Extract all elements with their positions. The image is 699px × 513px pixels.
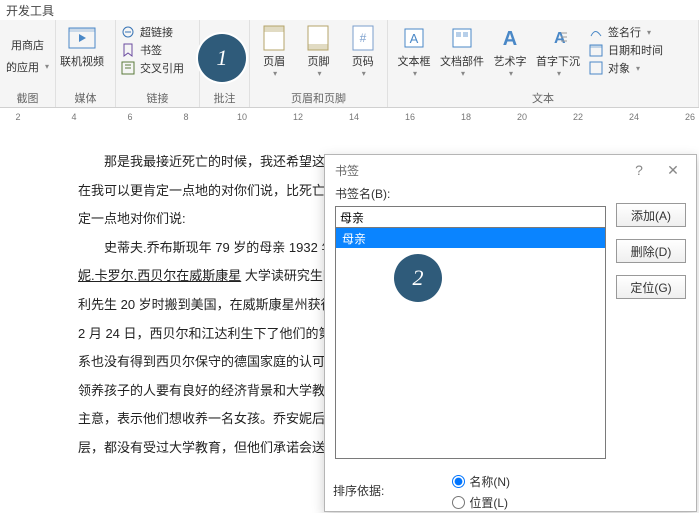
group-comment-label: 批注 <box>204 89 245 107</box>
group-text-label: 文本 <box>392 89 694 107</box>
footer-button[interactable]: 页脚▾ <box>298 22 338 79</box>
group-text: A 文本框▾ 文档部件▾ A 艺术字▾ A 首字下沉▾ 签名行▾ <box>388 20 699 107</box>
wordart-icon: A <box>494 22 526 54</box>
bookmark-list[interactable]: 母亲 <box>335 228 606 459</box>
chevron-down-icon: ▾ <box>45 62 49 71</box>
quickparts-button[interactable]: 文档部件▾ <box>440 22 484 79</box>
header-button[interactable]: 页眉▾ <box>254 22 294 79</box>
textbox-icon: A <box>398 22 430 54</box>
chevron-down-icon: ▾ <box>557 69 561 79</box>
bookmark-name-input[interactable] <box>335 206 606 228</box>
chevron-down-icon: ▾ <box>647 28 651 37</box>
sort-by-name-radio[interactable]: 名称(N) <box>452 473 510 490</box>
group-crop-label: 截图 <box>4 89 51 107</box>
group-addins: 用商店 的应用▾ 截图 <box>0 20 56 107</box>
step-badge-2: 2 <box>394 254 442 302</box>
video-icon <box>66 22 98 54</box>
chevron-down-icon: ▾ <box>509 69 513 79</box>
chevron-down-icon: ▾ <box>317 69 321 79</box>
dropcap-button[interactable]: A 首字下沉▾ <box>536 22 580 79</box>
chevron-down-icon: ▾ <box>362 69 366 79</box>
chevron-down-icon: ▾ <box>461 69 465 79</box>
footer-icon <box>302 22 334 54</box>
link-icon <box>120 24 136 40</box>
online-video-button[interactable]: 联机视频 <box>60 22 104 69</box>
ribbon: 用商店 的应用▾ 截图 联机视频 媒体 超链接 <box>0 20 699 108</box>
quickparts-icon <box>446 22 478 54</box>
pagenum-button[interactable]: # 页码▾ <box>343 22 383 79</box>
dialog-titlebar: 书签 ? ✕ <box>325 155 696 185</box>
bookmark-button[interactable]: 书签 <box>120 42 184 58</box>
group-hf-label: 页眉和页脚 <box>254 89 383 107</box>
goto-button[interactable]: 定位(G) <box>616 275 686 299</box>
group-header-footer: 页眉▾ 页脚▾ # 页码▾ 页眉和页脚 <box>250 20 388 107</box>
ruler: 2468101214161820222426283032343638404244… <box>0 112 699 132</box>
chevron-down-icon: ▾ <box>636 64 640 73</box>
sort-row: 排序依据: 名称(N) 位置(L) <box>325 465 696 511</box>
my-apps-button[interactable]: 的应用▾ <box>6 59 49 75</box>
crossref-button[interactable]: 交叉引用 <box>120 60 184 76</box>
textbox-button[interactable]: A 文本框▾ <box>392 22 436 79</box>
delete-button[interactable]: 删除(D) <box>616 239 686 263</box>
object-button[interactable]: 对象▾ <box>588 60 663 76</box>
group-media-label: 媒体 <box>60 89 111 107</box>
bookmark-list-item[interactable]: 母亲 <box>336 228 605 248</box>
store-button[interactable]: 用商店 <box>11 37 44 53</box>
sort-by-position-radio[interactable]: 位置(L) <box>452 494 510 511</box>
bookmark-name-label: 书签名(B): <box>335 185 606 202</box>
ribbon-tab-strip: 开发工具 <box>0 0 699 20</box>
datetime-button[interactable]: 日期和时间 <box>588 42 663 58</box>
dropcap-icon: A <box>542 22 574 54</box>
svg-text:A: A <box>410 31 419 46</box>
calendar-icon <box>588 42 604 58</box>
pagenum-icon: # <box>347 22 379 54</box>
bookmark-icon <box>120 42 136 58</box>
chevron-down-icon: ▾ <box>273 69 277 79</box>
group-links: 超链接 书签 交叉引用 链接 <box>116 20 200 107</box>
signature-icon <box>588 24 604 40</box>
sigline-button[interactable]: 签名行▾ <box>588 24 663 40</box>
dialog-title: 书签 <box>335 162 359 179</box>
add-button[interactable]: 添加(A) <box>616 203 686 227</box>
step-badge-1: 1 <box>198 34 246 82</box>
svg-text:#: # <box>359 31 366 45</box>
wordart-button[interactable]: A 艺术字▾ <box>488 22 532 79</box>
group-media: 联机视频 媒体 <box>56 20 116 107</box>
help-button[interactable]: ? <box>622 158 656 182</box>
chevron-down-icon: ▾ <box>413 69 417 79</box>
svg-text:A: A <box>503 28 517 50</box>
bookmark-dialog: 书签 ? ✕ 书签名(B): 母亲 添加(A) 删除(D) 定位(G) 排序依据… <box>324 154 697 512</box>
object-icon <box>588 60 604 76</box>
tab-developer[interactable]: 开发工具 <box>6 2 54 19</box>
sort-label: 排序依据: <box>333 482 384 499</box>
crossref-icon <box>120 60 136 76</box>
header-icon <box>258 22 290 54</box>
hyperlink-button[interactable]: 超链接 <box>120 24 184 40</box>
group-links-label: 链接 <box>120 89 195 107</box>
close-button[interactable]: ✕ <box>656 158 690 182</box>
